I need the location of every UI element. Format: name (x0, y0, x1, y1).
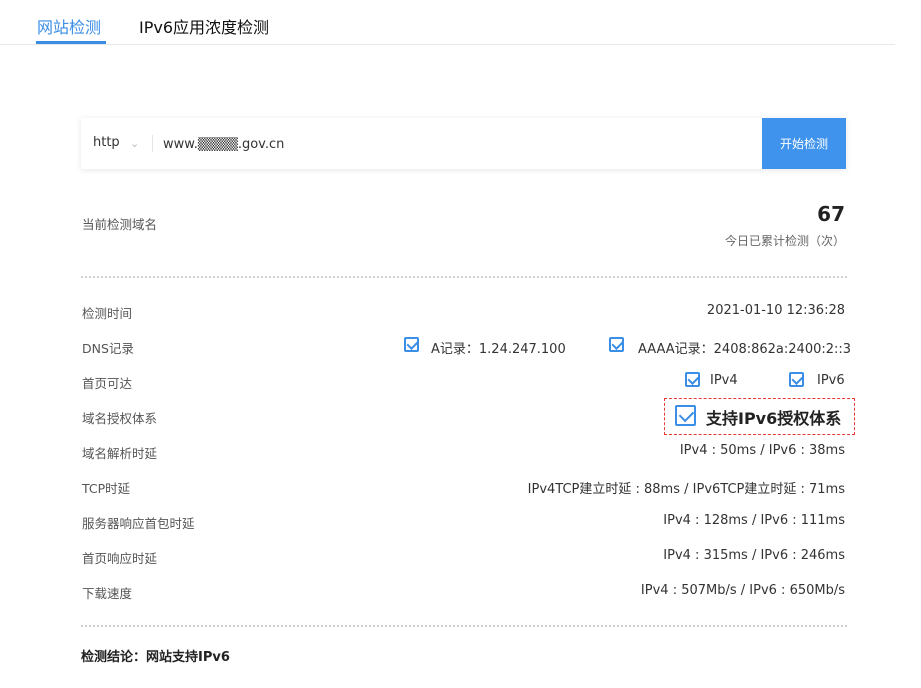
checkbox-checked-icon (685, 372, 700, 387)
homepage-latency-label: 首页响应时延 (82, 551, 158, 566)
homepage-reachable-label: 首页可达 (82, 376, 133, 391)
dns-latency-value: IPv4 : 50ms / IPv6 : 38ms (679, 443, 845, 458)
url-input[interactable] (161, 130, 725, 158)
start-check-button[interactable]: 开始检测 (762, 118, 846, 169)
check-count: 67 (817, 202, 845, 226)
domain-auth-label: 域名授权体系 (82, 411, 158, 426)
download-speed-value: IPv4 : 507Mb/s / IPv6 : 650Mb/s (640, 583, 845, 598)
divider (81, 276, 847, 278)
homepage-ipv4: IPv4 (710, 373, 738, 388)
tab-site-check[interactable]: 网站检测 (37, 14, 101, 38)
checkbox-checked-icon (675, 405, 696, 426)
check-count-caption: 今日已累计检测（次） (724, 234, 845, 248)
domain-auth-value: 支持IPv6授权体系 (706, 409, 842, 428)
homepage-latency-value: IPv4 : 315ms / IPv6 : 246ms (663, 548, 845, 563)
check-time-label: 检测时间 (82, 306, 133, 321)
homepage-ipv6: IPv6 (817, 373, 845, 388)
divider (152, 135, 153, 152)
checkbox-checked-icon (789, 372, 804, 387)
check-time-value: 2021-01-10 12:36:28 (706, 303, 845, 318)
check-conclusion: 检测结论：网站支持IPv6 (81, 650, 230, 665)
protocol-select[interactable]: http (93, 135, 120, 150)
tab-bar: 网站检测 IPv6应用浓度检测 (0, 0, 895, 45)
checkbox-checked-icon (609, 337, 624, 352)
checkbox-checked-icon (404, 337, 419, 352)
chevron-down-icon[interactable]: ⌄ (130, 137, 139, 150)
aaaa-record-value: AAAA记录：2408:862a:2400:2::3 (638, 342, 852, 357)
server-first-packet-value: IPv4 : 128ms / IPv6 : 111ms (663, 513, 845, 528)
dns-latency-label: 域名解析时延 (82, 446, 158, 461)
current-domain-label: 当前检测域名 (82, 217, 158, 232)
divider (81, 625, 847, 627)
download-speed-label: 下载速度 (82, 586, 133, 601)
server-first-packet-label: 服务器响应首包时延 (82, 516, 195, 531)
a-record-value: A记录：1.24.247.100 (431, 342, 566, 357)
search-bar: http ⌄ 开始检测 (81, 118, 846, 169)
tcp-latency-label: TCP时延 (82, 481, 131, 496)
active-tab-indicator (36, 41, 106, 44)
dns-record-label: DNS记录 (82, 341, 134, 356)
tcp-latency-value: IPv4TCP建立时延 : 88ms / IPv6TCP建立时延 : 71ms (527, 482, 845, 497)
tab-ipv6-density[interactable]: IPv6应用浓度检测 (139, 14, 269, 38)
